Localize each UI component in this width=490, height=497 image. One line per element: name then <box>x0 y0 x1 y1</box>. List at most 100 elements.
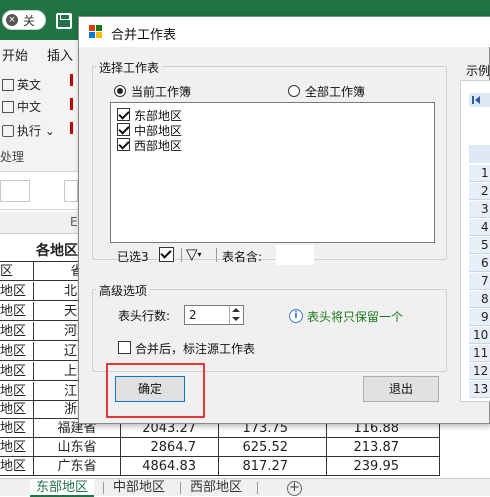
preview-row: 9 <box>469 309 490 326</box>
execute-button[interactable]: 执行 ⌄ <box>2 122 55 139</box>
preview-row: 10 <box>469 327 490 344</box>
tab-divider <box>103 482 104 494</box>
toolbar-divider <box>181 248 182 262</box>
preview-row: 5 <box>469 237 490 254</box>
radio-current-workbook[interactable] <box>114 85 126 97</box>
name-box-arrow[interactable] <box>38 180 58 202</box>
chinese-label: 中文 <box>17 100 42 114</box>
table-row: 地区 广东省 4864.83 817.27 239.95 <box>0 457 440 476</box>
ok-highlight-box <box>106 363 205 418</box>
chevron-down-icon: ⌄ <box>41 124 55 138</box>
preview-row: 3 <box>469 201 490 218</box>
region-cell[interactable]: 地区 <box>0 322 34 341</box>
region-cell[interactable]: 地区 <box>0 400 34 419</box>
preview-header <box>469 145 490 163</box>
autosave-toggle[interactable]: × 关 <box>2 10 46 30</box>
sheet-tab-east[interactable]: 东部地区 <box>30 479 95 497</box>
sheet-checkbox-west[interactable] <box>117 138 130 151</box>
sheet-checkbox-central[interactable] <box>117 123 130 136</box>
radio-current-label[interactable]: 当前工作簿 <box>131 83 191 100</box>
region-cell[interactable]: 地区 <box>0 282 34 301</box>
value-cell[interactable]: 625.52 <box>219 438 327 457</box>
region-cell[interactable]: 地区 <box>0 362 34 381</box>
stepper-down-icon[interactable] <box>232 317 240 321</box>
value-cell[interactable]: 239.95 <box>327 457 440 476</box>
ribbon-group-label: 处理 <box>0 150 25 164</box>
header-rows-value: 2 <box>189 308 197 322</box>
sheet-tab-bar: 东部地区 中部地区 西部地区 + <box>0 478 490 497</box>
dropdown-arrow-icon: ▾ <box>197 250 202 259</box>
preview-row: 1 <box>469 165 490 182</box>
selected-count: 已选3 <box>117 250 149 264</box>
sheet-tab-west[interactable]: 西部地区 <box>184 479 248 497</box>
region-cell[interactable]: 地区 <box>0 457 34 476</box>
select-all-checkbox[interactable] <box>159 247 174 262</box>
preview-row: 8 <box>469 291 490 308</box>
stepper-up-icon[interactable] <box>232 308 240 312</box>
filter-icon[interactable]: ▽▾ <box>186 245 202 263</box>
sheet-name-filter-label: 表名含: <box>222 250 263 264</box>
save-icon[interactable] <box>56 13 72 29</box>
header-rows-label: 表头行数: <box>118 309 171 323</box>
app-icon <box>89 25 103 39</box>
mark-source-checkbox[interactable] <box>118 341 131 354</box>
preview-nav-first-icon[interactable] <box>469 93 490 107</box>
region-cell[interactable]: 地区 <box>0 342 34 361</box>
preview-row: 12 <box>469 363 490 380</box>
value-cell[interactable]: 2864.7 <box>121 438 219 457</box>
stepper-buttons[interactable] <box>229 306 243 324</box>
value-cell[interactable]: 817.27 <box>219 457 327 476</box>
advanced-options-legend: 高级选项 <box>96 282 151 299</box>
formula-input[interactable] <box>64 180 78 202</box>
region-cell[interactable]: 地区 <box>0 302 34 321</box>
english-icon <box>2 79 14 91</box>
red-mark-icon <box>70 122 73 134</box>
province-cell[interactable]: 广东省 <box>34 457 121 476</box>
sheet-checkbox-east[interactable] <box>117 108 130 121</box>
column-letter: E <box>70 215 78 229</box>
red-mark-icon <box>70 98 73 110</box>
table-title: 各地区 <box>36 243 78 259</box>
preview-row: 7 <box>469 273 490 290</box>
tab-divider <box>180 482 181 494</box>
ribbon-tab-home[interactable]: 开始 <box>2 45 28 64</box>
province-cell[interactable]: 山东省 <box>34 438 121 457</box>
region-cell[interactable]: 地区 <box>0 419 34 438</box>
english-label: 英文 <box>17 78 42 92</box>
sheet-name-filter-input[interactable] <box>276 245 314 265</box>
sheet-label-west[interactable]: 西部地区 <box>134 137 182 154</box>
header-cell[interactable]: 区 <box>0 262 34 281</box>
region-cell[interactable]: 地区 <box>0 382 34 401</box>
exit-button[interactable]: 退出 <box>363 376 439 402</box>
preview-row: 11 <box>469 345 490 362</box>
header-rows-stepper[interactable]: 2 <box>184 305 244 325</box>
chinese-button[interactable]: 中文 <box>2 98 41 115</box>
radio-all-workbooks[interactable] <box>288 85 300 97</box>
sheet-tab-central[interactable]: 中部地区 <box>107 479 171 497</box>
ribbon-tab-insert[interactable]: 插入 <box>47 45 73 64</box>
name-box[interactable] <box>0 180 30 202</box>
chinese-icon <box>2 101 14 113</box>
sheet-listbox[interactable]: 东部地区 中部地区 西部地区 <box>110 102 435 243</box>
preview-row: 13 <box>469 381 490 398</box>
preview-pane: 1 2 3 4 5 6 7 8 9 10 11 12 13 <box>460 80 490 402</box>
close-icon: × <box>8 15 16 25</box>
english-button[interactable]: 英文 <box>2 76 41 93</box>
tab-divider <box>257 482 258 494</box>
toggle-label: 关 <box>23 14 36 28</box>
preview-legend: 示例 <box>466 64 490 78</box>
advanced-options-group <box>92 289 447 372</box>
red-mark-icon <box>70 74 73 86</box>
value-cell[interactable]: 4864.83 <box>121 457 219 476</box>
mark-source-label[interactable]: 合并后，标注源工作表 <box>135 340 255 357</box>
radio-all-label[interactable]: 全部工作簿 <box>305 83 365 100</box>
add-sheet-icon[interactable]: + <box>287 481 302 496</box>
dialog-title-bar: 合并工作表 <box>79 17 490 47</box>
preview-row: 4 <box>469 219 490 236</box>
preview-row: 6 <box>469 255 490 272</box>
dialog-title: 合并工作表 <box>111 28 177 43</box>
select-sheets-legend: 选择工作表 <box>96 59 163 76</box>
info-icon: i <box>289 309 303 323</box>
region-cell[interactable]: 地区 <box>0 438 34 457</box>
value-cell[interactable]: 213.87 <box>327 438 440 457</box>
